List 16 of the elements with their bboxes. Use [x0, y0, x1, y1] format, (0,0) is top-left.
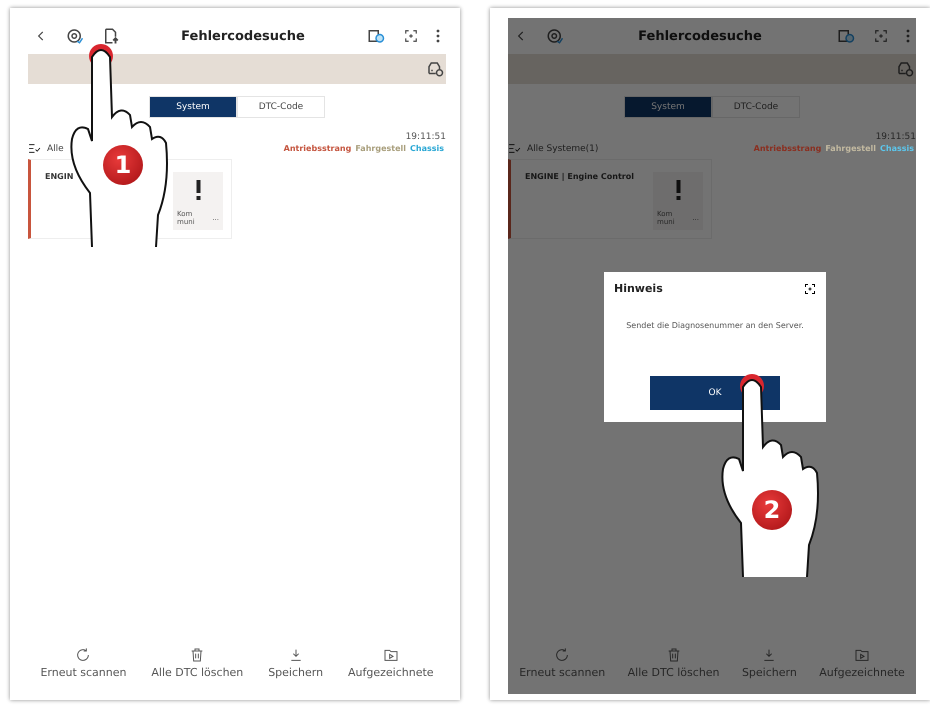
scan-time: 19:11:51 — [406, 132, 446, 142]
category-legend-label: Chassis — [880, 144, 914, 153]
module-title: ENGINE | Engine Control — [525, 172, 635, 183]
module-title: ENGIN — [45, 172, 74, 183]
filter-label: Alle Systeme(1) — [527, 144, 598, 154]
screen-title: Fehlercodesuche — [637, 28, 763, 44]
category-legend-label: Fahrgestell — [355, 144, 406, 153]
category-legend-label: Chassis — [410, 144, 444, 153]
dialog-message: Sendet die Diagnosenummer an den Server. — [625, 321, 805, 330]
screen-title: Fehlercodesuche — [180, 28, 306, 44]
category-legend-label: Fahrgestell — [825, 144, 876, 153]
dialog-title: Hinweis — [614, 282, 663, 295]
filter-label: Alle — [47, 144, 64, 154]
category-legend-label: Antriebsstrang — [284, 144, 352, 153]
category-legend-label: Antriebsstrang — [754, 144, 822, 153]
scan-time: 19:11:51 — [876, 132, 916, 142]
